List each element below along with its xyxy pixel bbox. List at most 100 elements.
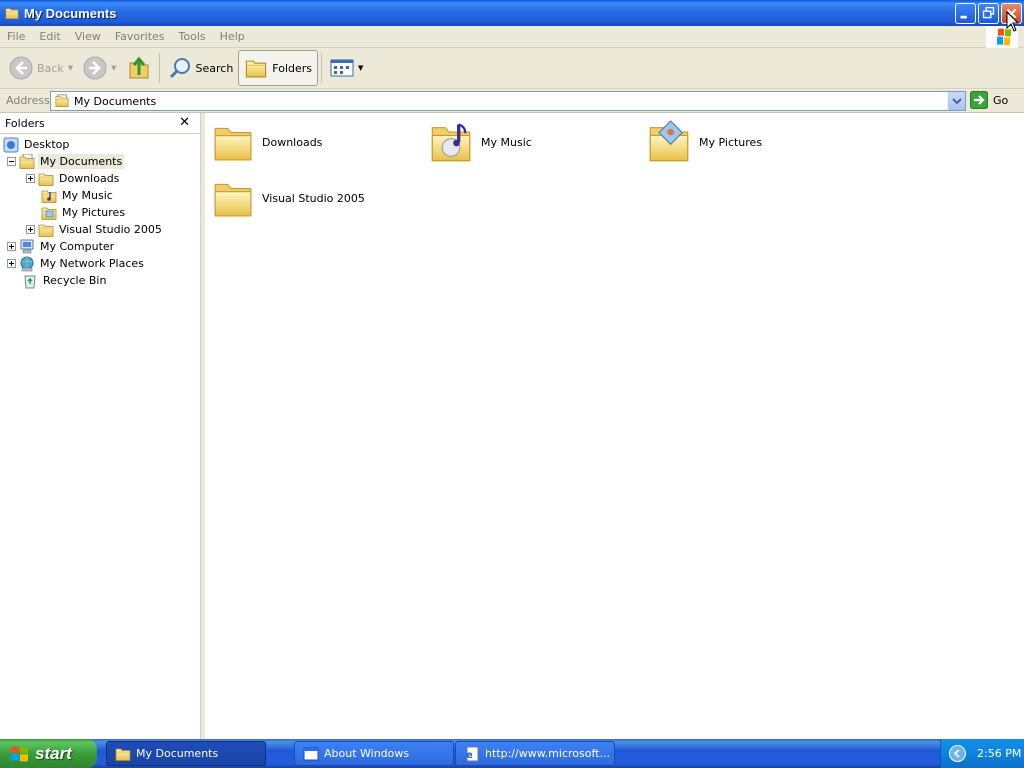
back-dropdown-icon[interactable]: ▼ <box>68 64 73 72</box>
address-dropdown-button[interactable] <box>948 92 965 110</box>
address-input[interactable]: My Documents <box>50 91 966 111</box>
tree-item-label: My Computer <box>40 240 115 253</box>
restore-icon <box>982 6 995 19</box>
minimize-icon <box>960 15 967 19</box>
menu-view[interactable]: View <box>68 30 108 43</box>
toolbar-separator <box>158 53 160 83</box>
taskbar-item-label: http://www.microsoft... <box>485 747 610 760</box>
file-item-my-pictures[interactable]: My Pictures <box>647 117 762 167</box>
tree-item-my-documents[interactable]: My Documents <box>7 153 125 170</box>
start-label: start <box>35 743 72 763</box>
menu-edit[interactable]: Edit <box>32 30 67 43</box>
tree-item-label: Visual Studio 2005 <box>59 223 162 236</box>
file-item-label: My Music <box>481 135 532 149</box>
folders-icon <box>244 57 268 79</box>
go-button[interactable]: Go <box>970 91 1008 109</box>
tree-item-label: My Documents <box>38 154 125 169</box>
restore-button[interactable] <box>978 3 999 24</box>
tree-item-visual-studio-2005[interactable]: Visual Studio 2005 <box>26 221 164 238</box>
forward-dropdown-icon[interactable]: ▼ <box>111 64 116 72</box>
folder-icon <box>4 6 20 20</box>
tree-item-my-music[interactable]: My Music <box>41 187 115 204</box>
taskbar-item-about-windows[interactable]: About Windows <box>294 741 454 766</box>
clock[interactable]: 2:56 PM <box>977 747 1021 760</box>
file-item-my-music[interactable]: My Music <box>429 117 532 167</box>
taskbar: start My Documents About Windows e http:… <box>0 739 1024 768</box>
folder-icon <box>38 171 54 187</box>
up-button[interactable] <box>122 50 156 86</box>
pictures-folder-icon <box>41 205 57 221</box>
start-button[interactable]: start <box>0 739 97 768</box>
music-folder-icon <box>41 188 57 204</box>
minimize-button[interactable] <box>955 3 976 24</box>
views-button[interactable]: ▼ <box>325 50 368 86</box>
title-bar[interactable]: My Documents <box>0 0 1024 26</box>
my-documents-icon <box>19 153 35 170</box>
folder-icon <box>115 746 131 762</box>
expand-icon[interactable] <box>26 174 35 183</box>
tree-item-desktop[interactable]: Desktop <box>3 136 71 153</box>
recycle-bin-icon <box>24 275 36 288</box>
tree-item-label: Downloads <box>59 172 120 185</box>
file-item-label: My Pictures <box>699 135 763 149</box>
pictures-folder-icon <box>647 120 691 165</box>
search-label: Search <box>195 61 234 75</box>
folders-label: Folders <box>272 61 313 75</box>
expand-icon[interactable] <box>7 259 16 268</box>
folder-icon <box>212 177 254 219</box>
menu-favorites[interactable]: Favorites <box>108 30 172 43</box>
tree-item-label: Desktop <box>24 138 70 151</box>
computer-icon <box>20 239 34 253</box>
file-item-visual-studio-2005[interactable]: Visual Studio 2005 <box>212 173 365 223</box>
network-icon <box>20 256 34 271</box>
tree-item-label: My Pictures <box>62 206 126 219</box>
tree-item-label: Recycle Bin <box>43 274 107 287</box>
views-dropdown-icon[interactable]: ▼ <box>358 64 363 72</box>
window-icon <box>303 747 319 760</box>
tree-item-my-computer[interactable]: My Computer <box>7 238 116 255</box>
taskbar-item-browser[interactable]: e http://www.microsoft... <box>455 741 615 766</box>
forward-button[interactable]: ▼ <box>78 50 121 86</box>
close-icon[interactable]: ✕ <box>179 115 190 130</box>
tree-item-recycle-bin[interactable]: Recycle Bin <box>22 272 108 289</box>
menu-file[interactable]: File <box>0 30 32 43</box>
address-value: My Documents <box>74 94 157 108</box>
collapse-icon[interactable] <box>7 157 16 166</box>
menu-help[interactable]: Help <box>213 30 252 43</box>
tree-item-downloads[interactable]: Downloads <box>26 170 121 187</box>
chevron-left-icon <box>953 749 960 758</box>
address-bar: Address My Documents Go <box>0 89 1024 113</box>
svg-text:e: e <box>466 750 473 761</box>
taskbar-item-my-documents[interactable]: My Documents <box>106 741 266 766</box>
address-label: Address <box>6 94 50 107</box>
folders-pane: Folders ✕ Desktop My Documents Downloads… <box>0 113 201 739</box>
desktop-icon <box>3 137 19 152</box>
folders-button[interactable]: Folders <box>238 50 319 86</box>
back-arrow-icon <box>9 56 33 80</box>
expand-icon[interactable] <box>26 225 35 234</box>
file-item-downloads[interactable]: Downloads <box>212 117 322 167</box>
go-arrow-icon <box>970 91 988 109</box>
tree-item-my-network-places[interactable]: My Network Places <box>7 255 146 272</box>
back-button[interactable]: Back ▼ <box>4 50 78 86</box>
tree-item-my-pictures[interactable]: My Pictures <box>41 204 127 221</box>
music-folder-icon <box>429 123 473 165</box>
tree-item-label: My Network Places <box>40 257 144 270</box>
window-title: My Documents <box>24 5 117 21</box>
expand-icon[interactable] <box>7 242 16 251</box>
search-button[interactable]: Search <box>163 50 239 86</box>
show-hidden-icons-button[interactable] <box>949 745 966 762</box>
system-tray: 2:56 PM <box>940 739 1024 768</box>
taskbar-item-label: About Windows <box>324 747 410 760</box>
mouse-pointer-icon <box>1006 11 1020 32</box>
browser-document-icon: e <box>466 746 479 761</box>
tree-item-label: My Music <box>62 189 113 202</box>
folder-icon <box>38 222 54 238</box>
file-view: Downloads My Music My Pictures Visual St… <box>205 113 1024 739</box>
folders-pane-header: Folders ✕ <box>0 113 200 134</box>
menu-tools[interactable]: Tools <box>172 30 213 43</box>
views-icon <box>330 59 354 77</box>
taskbar-item-label: My Documents <box>136 747 219 760</box>
windows-flag-icon <box>11 746 28 761</box>
standard-toolbar: Back ▼ ▼ Search Folders ▼ <box>0 48 1024 89</box>
